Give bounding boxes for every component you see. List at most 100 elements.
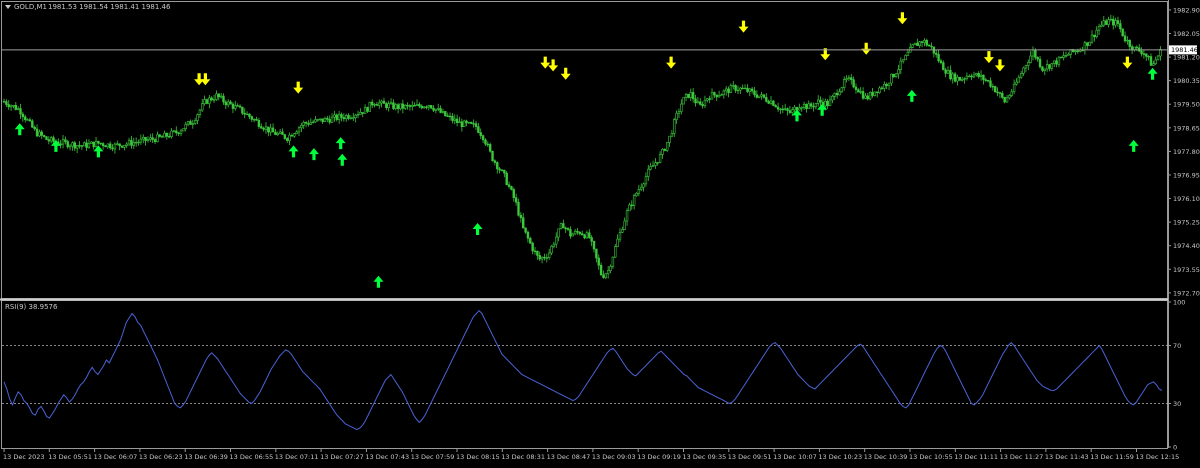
candle-body <box>193 120 197 124</box>
candle-body <box>496 162 499 170</box>
candle-body <box>217 93 220 98</box>
candle-body <box>1017 76 1021 83</box>
candle-body <box>156 134 159 143</box>
candle-body <box>1088 41 1091 46</box>
candle-body <box>1019 73 1023 78</box>
candle-body <box>281 131 284 135</box>
candle-body <box>111 147 114 150</box>
candle-body <box>444 111 447 117</box>
candle-body <box>576 231 579 233</box>
candle-body <box>474 123 478 127</box>
candle-body <box>779 108 782 111</box>
candle-body <box>71 142 74 147</box>
candle-body <box>109 143 112 149</box>
candle-body <box>26 119 29 121</box>
time-tick-label: 13 Dec 11:27 <box>1000 453 1044 461</box>
candle-body <box>73 142 77 149</box>
candle-body <box>1055 60 1058 65</box>
candle-body <box>597 257 600 266</box>
candle-body <box>1003 97 1006 103</box>
candle-body <box>411 104 414 107</box>
price-tick-label: 1978.65 <box>1173 124 1200 132</box>
price-tick-label: 1972.70 <box>1173 289 1200 297</box>
candle-body <box>252 118 256 121</box>
time-tick-label: 13 Dec 08:31 <box>501 453 545 461</box>
candle-body <box>807 103 810 109</box>
candle-body <box>628 204 631 212</box>
candle-body <box>321 118 324 122</box>
candle-body <box>876 91 879 93</box>
candle-body <box>935 52 938 55</box>
candle-body <box>463 120 466 128</box>
candle-body <box>337 114 341 120</box>
candle-body <box>701 104 704 107</box>
rsi-tick-label: 100 <box>1173 299 1185 307</box>
candle-body <box>168 136 171 138</box>
candle-body <box>1010 91 1013 96</box>
candle-body <box>930 45 933 48</box>
candle-body <box>375 104 379 106</box>
candle-body <box>427 105 431 108</box>
candle-body <box>264 126 268 130</box>
candle-body <box>1005 97 1009 103</box>
candle-body <box>260 126 263 129</box>
candle-body <box>569 229 572 237</box>
candle-body <box>559 223 563 230</box>
candle-body <box>642 183 645 188</box>
candle-body <box>120 145 124 148</box>
candle-body <box>585 232 589 239</box>
candle-body <box>996 91 999 94</box>
candle-body <box>151 137 154 140</box>
candle-body <box>975 73 978 76</box>
candle-body <box>87 143 91 148</box>
candle-body <box>1057 56 1061 65</box>
candle-body <box>550 245 553 254</box>
candle-body <box>85 142 88 148</box>
candle-body <box>342 117 346 120</box>
candle-body <box>1119 23 1122 30</box>
candle-body <box>205 99 209 104</box>
candle-body <box>658 154 662 163</box>
candle-body <box>944 69 947 74</box>
candle-body <box>47 139 51 142</box>
candle-body <box>1142 53 1146 55</box>
candle-body <box>625 210 629 222</box>
candle-body <box>923 40 926 43</box>
candle-body <box>970 75 973 78</box>
candle-body <box>831 96 834 101</box>
candle-body <box>741 87 744 90</box>
candle-body <box>1123 35 1127 42</box>
candle-body <box>278 131 282 134</box>
candle-body <box>743 87 747 90</box>
candle-body <box>758 95 761 98</box>
candle-body <box>158 134 161 137</box>
chart-background <box>0 0 1200 464</box>
candle-body <box>92 141 95 148</box>
candle-body <box>859 91 862 93</box>
candle-body <box>415 104 419 106</box>
candle-body <box>618 232 622 240</box>
candle-body <box>210 97 213 101</box>
rsi-tick-label: 70 <box>1173 342 1181 350</box>
candle-body <box>212 99 216 101</box>
candle-body <box>505 172 508 185</box>
candle-body <box>793 106 796 111</box>
candle-body <box>899 60 903 70</box>
candle-body <box>191 123 195 125</box>
candle-body <box>1107 19 1110 25</box>
candle-body <box>630 204 633 207</box>
candle-body <box>942 62 945 71</box>
candle-body <box>1149 56 1153 66</box>
candle-body <box>238 105 242 108</box>
candle-body <box>1116 20 1120 24</box>
candle-body <box>684 93 688 98</box>
candle-body <box>42 135 46 137</box>
candle-body <box>786 108 789 111</box>
chart-canvas[interactable]: GOLD,M1 1981.53 1981.54 1981.41 1981.46 … <box>0 0 1200 464</box>
candle-body <box>64 139 67 142</box>
candle-body <box>38 131 41 137</box>
candle-body <box>677 111 681 114</box>
price-tick-label: 1977.80 <box>1173 148 1200 156</box>
time-tick-label: 13 Dec 07:59 <box>411 453 455 461</box>
candle-body <box>883 84 886 89</box>
